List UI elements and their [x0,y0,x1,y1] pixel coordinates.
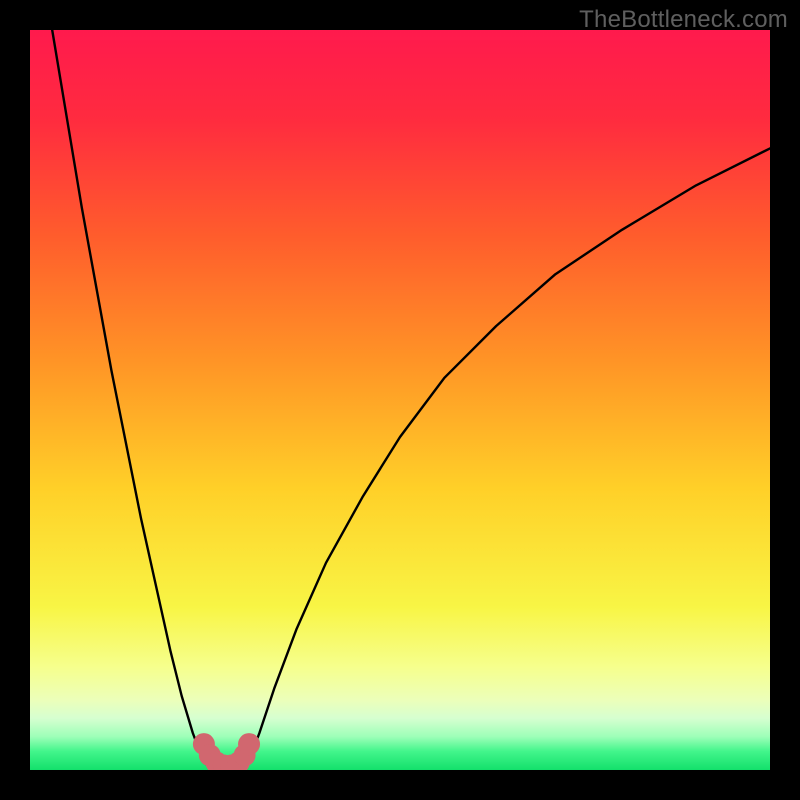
bottleneck-curve [30,30,770,770]
trough-markers [193,733,260,770]
watermark-text: TheBottleneck.com [579,6,788,34]
trough-marker-dot [238,733,260,755]
curve-line [52,30,770,770]
